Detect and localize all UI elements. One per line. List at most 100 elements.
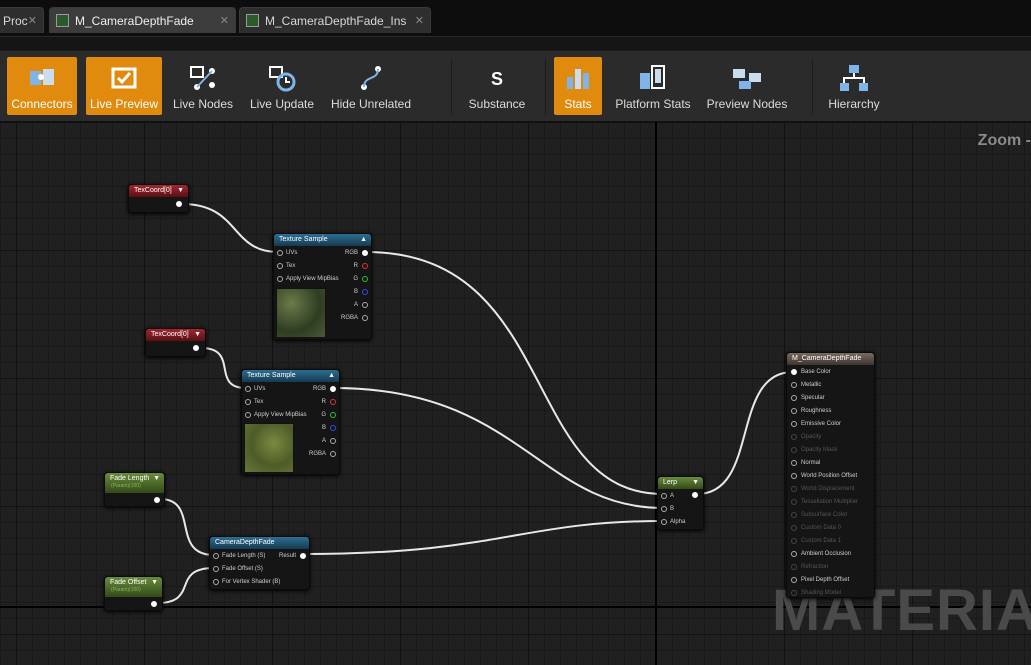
- collapse-arrow-icon[interactable]: ▼: [194, 329, 201, 341]
- node-title: Fade Offset: [110, 579, 147, 586]
- tab-m-camera-depth-fade[interactable]: M_CameraDepthFade ✕: [49, 7, 236, 33]
- output-pin-r[interactable]: [362, 263, 368, 269]
- connectors-label: Connectors: [11, 97, 73, 111]
- live-preview-button[interactable]: Live Preview: [86, 57, 162, 115]
- material-input-pin[interactable]: [791, 473, 797, 479]
- input-pin[interactable]: [245, 399, 251, 405]
- material-input-pin[interactable]: [791, 499, 797, 505]
- collapse-arrow-icon[interactable]: ▼: [692, 477, 699, 489]
- material-input-pin[interactable]: [791, 551, 797, 557]
- connectors-button[interactable]: Connectors: [7, 57, 77, 115]
- output-pin[interactable]: [176, 201, 182, 207]
- tab-proc[interactable]: Proc ✕: [0, 7, 44, 33]
- material-input-pin[interactable]: [791, 460, 797, 466]
- output-pin-a[interactable]: [330, 438, 336, 444]
- pin-label-b: B: [670, 506, 675, 512]
- output-pin-r[interactable]: [330, 399, 336, 405]
- substance-button[interactable]: S Substance: [462, 57, 532, 115]
- node-subtitle: (Param)(100): [111, 587, 141, 593]
- camera-depth-fade-node[interactable]: CameraDepthFade Fade Length (S) Fade Off…: [209, 536, 310, 590]
- toolbar: Connectors Live Preview Live Nodes Live …: [0, 50, 1031, 142]
- collapse-arrow-icon[interactable]: ▲: [360, 234, 367, 246]
- collapse-arrow-icon[interactable]: ▼: [153, 473, 160, 485]
- material-input-pin[interactable]: [791, 486, 797, 492]
- material-input-pin[interactable]: [791, 564, 797, 570]
- input-pin[interactable]: [277, 250, 283, 256]
- collapse-arrow-icon[interactable]: ▼: [177, 185, 184, 197]
- tab-label: M_CameraDepthFade: [75, 13, 194, 28]
- material-input-pin[interactable]: [791, 434, 797, 440]
- input-pin-b[interactable]: [661, 506, 667, 512]
- material-graph-canvas[interactable]: Zoom - MATERIAL TexCoord[0]▼ TexCoord[0]…: [0, 122, 1031, 665]
- input-pin[interactable]: [213, 553, 219, 559]
- stats-button[interactable]: Stats: [554, 57, 602, 115]
- material-input-pin[interactable]: [791, 447, 797, 453]
- material-input-pin[interactable]: [791, 382, 797, 388]
- pin-label-uvs: UVs: [286, 250, 298, 256]
- collapse-arrow-icon[interactable]: ▼: [151, 577, 158, 589]
- material-input-pin[interactable]: [791, 395, 797, 401]
- close-icon[interactable]: ✕: [28, 14, 37, 27]
- node-header: Texture Sample ▲: [242, 370, 339, 382]
- material-result-node[interactable]: M_CameraDepthFade Base Color Metallic Spec…: [786, 352, 875, 598]
- output-pin-result[interactable]: [300, 553, 306, 559]
- close-icon[interactable]: ✕: [220, 14, 229, 27]
- material-input-pin[interactable]: [791, 538, 797, 544]
- material-input-pin[interactable]: [791, 369, 797, 375]
- output-pin-g[interactable]: [330, 412, 336, 418]
- input-pin[interactable]: [245, 386, 251, 392]
- output-pin-rgba[interactable]: [330, 451, 336, 457]
- node-header: TexCoord[0] ▼: [129, 185, 188, 197]
- fade-offset-param-node[interactable]: Fade Offset ▼ (Param)(100): [104, 576, 163, 611]
- input-pin[interactable]: [245, 412, 251, 418]
- collapse-arrow-icon[interactable]: ▲: [328, 370, 335, 382]
- output-pin-b[interactable]: [362, 289, 368, 295]
- material-input-pin[interactable]: [791, 577, 797, 583]
- texcoord-node-1[interactable]: TexCoord[0] ▼: [128, 184, 189, 213]
- output-pin[interactable]: [151, 601, 157, 607]
- lerp-node[interactable]: Lerp ▼ A B Alpha: [657, 476, 704, 530]
- pin-label-a: A: [321, 438, 326, 444]
- output-pin-b[interactable]: [330, 425, 336, 431]
- preview-nodes-button[interactable]: Preview Nodes: [703, 57, 791, 115]
- hide-unrelated-button[interactable]: Hide Unrelated: [326, 57, 416, 115]
- output-pin-g[interactable]: [362, 276, 368, 282]
- close-icon[interactable]: ✕: [415, 14, 424, 27]
- tab-m-camera-depth-fade-ins[interactable]: M_CameraDepthFade_Ins ✕: [239, 7, 431, 33]
- texture-sample-node-2[interactable]: Texture Sample ▲ UVs Tex Apply View MipBi…: [241, 369, 340, 475]
- live-nodes-button[interactable]: Live Nodes: [170, 57, 236, 115]
- platform-stats-button[interactable]: Platform Stats: [610, 57, 696, 115]
- material-input-pin[interactable]: [791, 408, 797, 414]
- texture-sample-node-1[interactable]: Texture Sample ▲ UVs Tex Apply View MipBi…: [273, 233, 372, 340]
- material-pin-label: Custom Data 1: [801, 538, 842, 544]
- output-pin[interactable]: [193, 345, 199, 351]
- output-pin[interactable]: [154, 497, 160, 503]
- input-pin[interactable]: [213, 566, 219, 572]
- input-pin-a[interactable]: [661, 493, 667, 499]
- material-pin-label: Roughness: [801, 408, 832, 414]
- material-input-pin[interactable]: [791, 525, 797, 531]
- output-pin[interactable]: [692, 492, 698, 498]
- pin-label-rgb: RGB: [312, 386, 326, 392]
- live-update-button[interactable]: Live Update: [244, 57, 320, 115]
- output-pin-rgba[interactable]: [362, 315, 368, 321]
- input-pin-alpha[interactable]: [661, 519, 667, 525]
- material-pin-label: Normal: [801, 460, 821, 466]
- wire-rgb2-lerp-b: [333, 387, 664, 509]
- hierarchy-button[interactable]: Hierarchy: [822, 57, 886, 115]
- texcoord-node-2[interactable]: TexCoord[0] ▼: [145, 328, 206, 357]
- node-title: Lerp: [663, 479, 678, 486]
- fade-length-param-node[interactable]: Fade Length ▼ (Param)(100): [104, 472, 165, 507]
- material-input-pin[interactable]: [791, 512, 797, 518]
- input-pin[interactable]: [213, 579, 219, 585]
- material-input-pin[interactable]: [791, 590, 797, 596]
- input-pin[interactable]: [277, 263, 283, 269]
- output-pin-rgb[interactable]: [330, 386, 336, 392]
- output-pin-rgb[interactable]: [362, 250, 368, 256]
- material-pin-label: Opacity: [801, 434, 822, 440]
- input-pin[interactable]: [277, 276, 283, 282]
- output-pin-a[interactable]: [362, 302, 368, 308]
- material-input-pin[interactable]: [791, 421, 797, 427]
- connectors-icon: [27, 63, 57, 93]
- pin-label-b: B: [321, 425, 326, 431]
